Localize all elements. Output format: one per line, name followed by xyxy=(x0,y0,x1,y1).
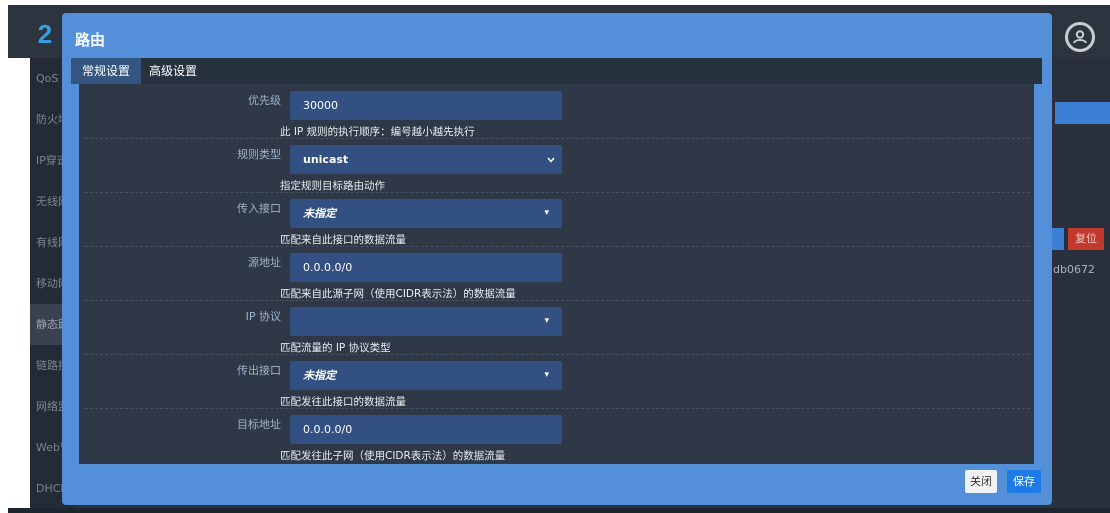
caret-down-icon: ▾ xyxy=(544,316,549,326)
tab-advanced-settings[interactable]: 高级设置 xyxy=(138,58,208,84)
outgoing-interface-dropdown[interactable]: 未指定 ▾ xyxy=(290,361,562,390)
destination-address-label: 目标地址 xyxy=(237,418,281,431)
form-row-rule-type: 规则类型 unicast 指定规则目标路由动作 xyxy=(85,138,1030,193)
form-row-priority: 优先级 30000 此 IP 规则的执行顺序：编号越小越先执行 xyxy=(85,84,1030,139)
rule-type-select[interactable]: unicast xyxy=(290,145,562,174)
rule-type-label: 规则类型 xyxy=(237,148,281,161)
source-address-hint: 匹配来自此源子网（使用CIDR表示法）的数据流量 xyxy=(280,288,516,300)
form-row-outgoing-interface: 传出接口 未指定 ▾ 匹配发往此接口的数据流量 xyxy=(85,354,1030,409)
form-row-ip-protocol: IP 协议 ▾ 匹配流量的 IP 协议类型 xyxy=(85,300,1030,355)
ip-protocol-hint: 匹配流量的 IP 协议类型 xyxy=(280,342,391,354)
caret-down-icon: ▾ xyxy=(544,370,549,380)
ip-protocol-dropdown[interactable]: ▾ xyxy=(290,307,562,336)
route-form: 优先级 30000 此 IP 规则的执行顺序：编号越小越先执行 规则类型 uni… xyxy=(79,84,1034,464)
modal-title: 路由 xyxy=(75,31,106,49)
priority-input[interactable]: 30000 xyxy=(290,91,562,120)
destination-address-input[interactable]: 0.0.0.0/0 xyxy=(290,415,562,444)
incoming-interface-label: 传入接口 xyxy=(237,202,281,215)
route-modal: 路由 常规设置 高级设置 优先级 30000 此 IP 规则的执行顺序：编号越小… xyxy=(62,13,1052,505)
rule-type-hint: 指定规则目标路由动作 xyxy=(280,180,385,192)
destination-address-hint: 匹配发往此子网（使用CIDR表示法）的数据流量 xyxy=(280,450,506,462)
user-avatar-icon[interactable] xyxy=(1065,22,1095,52)
outgoing-interface-label: 传出接口 xyxy=(237,364,281,377)
background-reset-button[interactable]: 复位 xyxy=(1068,228,1104,250)
rule-type-value: unicast xyxy=(303,153,349,166)
ip-protocol-label: IP 协议 xyxy=(245,310,281,323)
form-row-source-address: 源地址 0.0.0.0/0 匹配来自此源子网（使用CIDR表示法）的数据流量 xyxy=(85,246,1030,301)
priority-hint: 此 IP 规则的执行顺序：编号越小越先执行 xyxy=(280,126,475,138)
tab-general-settings[interactable]: 常规设置 xyxy=(71,58,142,84)
app-logo: 2 xyxy=(37,19,53,49)
background-edit-button[interactable] xyxy=(1050,228,1064,250)
app-bottom-bar xyxy=(8,508,1110,513)
source-address-label: 源地址 xyxy=(248,256,281,269)
outgoing-interface-hint: 匹配发往此接口的数据流量 xyxy=(280,396,406,408)
background-id-text: db0672 xyxy=(1053,263,1095,276)
chevron-down-icon xyxy=(547,157,555,163)
incoming-interface-value: 未指定 xyxy=(303,207,336,220)
form-row-destination-address: 目标地址 0.0.0.0/0 匹配发往此子网（使用CIDR表示法）的数据流量 xyxy=(85,408,1030,462)
outgoing-interface-value: 未指定 xyxy=(303,369,336,382)
background-header-strip xyxy=(1055,102,1110,124)
form-row-incoming-interface: 传入接口 未指定 ▾ 匹配来自此接口的数据流量 xyxy=(85,192,1030,247)
priority-label: 优先级 xyxy=(248,94,281,107)
modal-tabbar: 常规设置 高级设置 xyxy=(71,58,1042,84)
incoming-interface-hint: 匹配来自此接口的数据流量 xyxy=(280,234,406,246)
user-icon xyxy=(1073,30,1087,44)
close-button[interactable]: 关闭 xyxy=(965,470,997,493)
caret-down-icon: ▾ xyxy=(544,208,549,218)
source-address-input[interactable]: 0.0.0.0/0 xyxy=(290,253,562,282)
incoming-interface-dropdown[interactable]: 未指定 ▾ xyxy=(290,199,562,228)
save-button[interactable]: 保存 xyxy=(1007,470,1041,493)
